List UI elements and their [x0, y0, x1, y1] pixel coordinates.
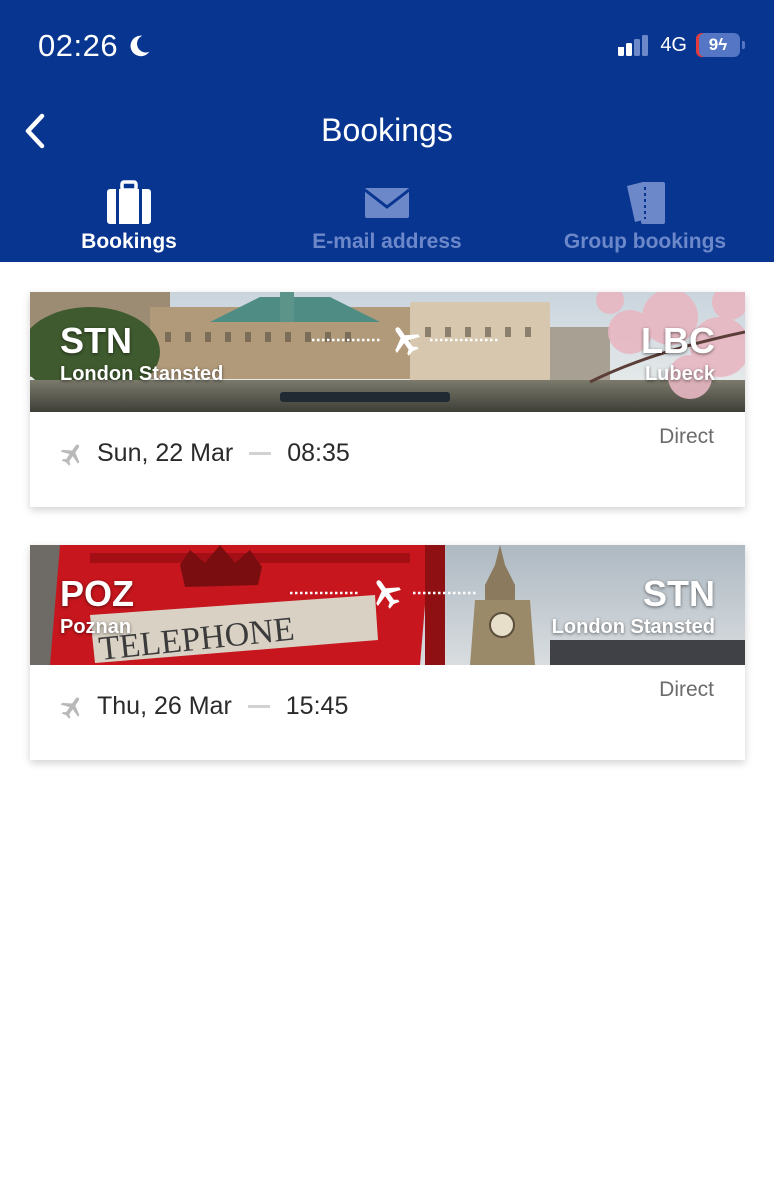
destination-code: STN: [643, 573, 715, 614]
status-bar-time: 02:26: [38, 28, 152, 64]
page-title: Bookings: [321, 112, 453, 148]
flight-date: Thu, 26 Mar: [97, 692, 232, 720]
booking-details: Direct Sun, 22 Mar 08:35: [30, 412, 745, 507]
airplane-icon: [376, 580, 401, 609]
charging-bolt-icon: ϟ: [718, 35, 728, 54]
flight-type: Direct: [659, 425, 714, 448]
network-type: 4G: [660, 33, 687, 56]
envelope-icon: [364, 188, 410, 218]
flight-date: Sun, 22 Mar: [97, 439, 234, 467]
app-header: 02:26 4G 9ϟ Bookings Bookings E-mail add…: [0, 0, 774, 262]
booking-card[interactable]: TELEPHONE POZ Poznan STN London Stansted…: [30, 545, 745, 760]
origin-city: London Stansted: [60, 363, 224, 385]
airplane-icon: [60, 443, 80, 466]
flight-schedule: Sun, 22 Mar 08:35: [60, 439, 350, 468]
tickets-icon: [627, 182, 665, 224]
briefcase-icon: [107, 180, 151, 224]
origin-city: Poznan: [60, 616, 132, 638]
tab-bookings[interactable]: Bookings: [0, 178, 258, 262]
origin-code: STN: [60, 320, 132, 361]
booking-details: Direct Thu, 26 Mar 15:45: [30, 665, 745, 760]
moon-icon: [130, 35, 150, 57]
flight-type: Direct: [659, 678, 714, 701]
battery-level: 9: [708, 35, 719, 54]
tab-label: Bookings: [81, 230, 177, 253]
destination-code: LBC: [641, 320, 715, 361]
battery-icon: 9ϟ: [696, 33, 745, 57]
destination-photo: TELEPHONE POZ Poznan STN London Stansted: [30, 545, 745, 665]
flight-schedule: Thu, 26 Mar 15:45: [60, 692, 348, 721]
separator: [249, 452, 272, 455]
booking-card[interactable]: STN London Stansted LBC Lubeck Direct Su…: [30, 292, 745, 507]
airplane-icon: [395, 327, 420, 356]
tab-group-bookings[interactable]: Group bookings: [516, 178, 774, 262]
tab-email-address[interactable]: E-mail address: [258, 178, 516, 262]
tab-label: E-mail address: [312, 230, 462, 253]
departure-time: 08:35: [287, 439, 350, 467]
status-bar-right: 4G 9ϟ: [616, 32, 745, 58]
departure-time: 15:45: [285, 692, 349, 720]
route-line: [290, 580, 478, 609]
route-line: [312, 327, 498, 356]
destination-city: London Stansted: [551, 616, 715, 638]
destination-photo: STN London Stansted LBC Lubeck: [30, 292, 745, 412]
clock: 02:26: [38, 28, 119, 63]
tab-label: Group bookings: [563, 230, 727, 253]
separator: [247, 705, 270, 708]
signal-icon: [618, 35, 649, 56]
origin-code: POZ: [60, 573, 135, 614]
tab-bar: Bookings E-mail address Group bookings: [0, 178, 774, 262]
destination-city: Lubeck: [644, 363, 715, 385]
airplane-icon: [60, 696, 80, 719]
